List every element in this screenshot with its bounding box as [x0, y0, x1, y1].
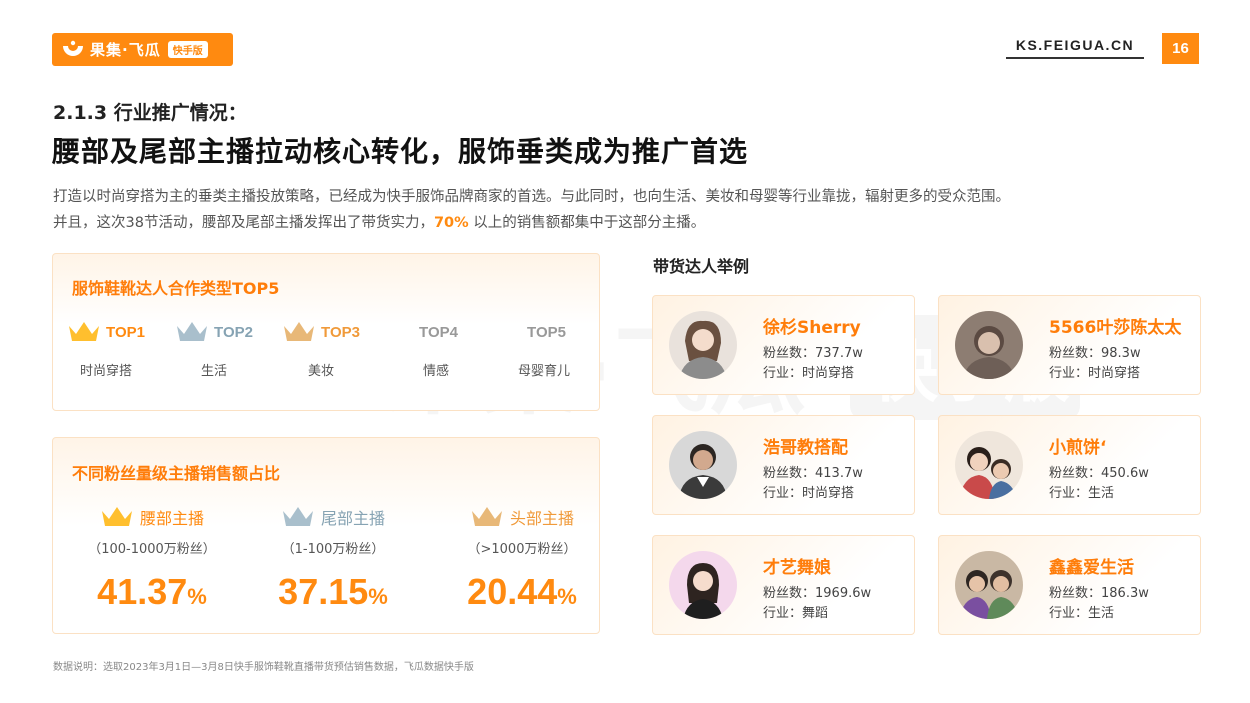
segment-range: （100-1000万粉丝）: [88, 542, 216, 557]
influencer-name: 徐杉Sherry: [763, 318, 861, 338]
page-number: 16: [1162, 33, 1199, 64]
follower-count: 粉丝数：737.7w: [763, 346, 863, 361]
top5-card: 服饰鞋靴达人合作类型TOP5 TOP1 时尚穿搭 TOP2 生活 TOP3 美妆…: [52, 253, 600, 411]
brand-logo: 果集·飞瓜 快手版: [52, 33, 233, 66]
sales-share-card-title: 不同粉丝量级主播销售额占比: [72, 464, 281, 483]
rank-item: TOP4 情感: [386, 318, 486, 388]
segment-item: 头部主播 （>1000万粉丝） 20.44%: [437, 502, 607, 613]
crown-icon: [282, 507, 313, 526]
influencer-name: 才艺舞娘: [763, 558, 831, 578]
segment-item: 腰部主播 （100-1000万粉丝） 41.37%: [67, 502, 237, 613]
influencer-card[interactable]: 浩哥教搭配 粉丝数：413.7w 行业：时尚穿搭: [652, 415, 915, 515]
crown-icon: [471, 507, 502, 526]
percentage-value: 20.44: [467, 571, 558, 612]
avatar: [669, 431, 737, 499]
examples-title: 带货达人举例: [653, 257, 750, 276]
description-line-2: 并且，这次38节活动，腰部及尾部主播发挥出了带货实力，70% 以上的销售额都集中…: [53, 210, 1203, 236]
influencer-card[interactable]: 徐杉Sherry 粉丝数：737.7w 行业：时尚穿搭: [652, 295, 915, 395]
percentage-value: 41.37: [97, 571, 188, 612]
segment-item: 尾部主播 （1-100万粉丝） 37.15%: [248, 502, 418, 613]
logo-edition-badge: 快手版: [167, 41, 208, 58]
percentage-unit: %: [187, 584, 207, 609]
segment-name: 腰部主播: [139, 509, 204, 528]
rank-category: 生活: [200, 364, 227, 379]
description: 打造以时尚穿搭为主的垂类主播投放策略，已经成为快手服饰品牌商家的首选。与此同时，…: [53, 184, 1203, 236]
influencer-card[interactable]: 5566叶莎陈太太 粉丝数：98.3w 行业：时尚穿搭: [938, 295, 1201, 395]
segment-percentage: 37.15%: [248, 571, 418, 613]
follower-count: 粉丝数：413.7w: [763, 466, 863, 481]
highlight-percentage: 70%: [433, 215, 469, 231]
rank-category: 美妆: [307, 364, 334, 379]
influencer-industry: 行业：舞蹈: [763, 606, 829, 621]
page-title: 腰部及尾部主播拉动核心转化，服饰垂类成为推广首选: [52, 135, 749, 168]
segment-name: 尾部主播: [320, 509, 385, 528]
rank-category: 时尚穿搭: [79, 364, 132, 379]
segment-percentage: 20.44%: [437, 571, 607, 613]
crown-icon: [284, 322, 315, 341]
follower-count: 粉丝数：186.3w: [1049, 586, 1149, 601]
rank-label: TOP3: [321, 323, 360, 341]
rank-category: 情感: [422, 364, 449, 379]
influencer-name: 浩哥教搭配: [763, 438, 848, 458]
influencer-industry: 行业：时尚穿搭: [1049, 366, 1141, 381]
percentage-unit: %: [557, 584, 577, 609]
avatar: [955, 311, 1023, 379]
rank-item: TOP2 生活: [164, 318, 264, 388]
rank-item: TOP5 母婴育儿: [494, 318, 594, 388]
rank-category: 母婴育儿: [517, 364, 570, 379]
influencer-card[interactable]: 小煎饼‘ 粉丝数：450.6w 行业：生活: [938, 415, 1201, 515]
segment-range: （>1000万粉丝）: [467, 542, 577, 557]
avatar: [669, 551, 737, 619]
rank-item: TOP1 时尚穿搭: [56, 318, 156, 388]
top5-card-title: 服饰鞋靴达人合作类型TOP5: [72, 279, 280, 298]
segment-percentage: 41.37%: [67, 571, 237, 613]
rank-label: TOP2: [214, 323, 253, 341]
influencer-card[interactable]: 鑫鑫爱生活 粉丝数：186.3w 行业：生活: [938, 535, 1201, 635]
follower-count: 粉丝数：1969.6w: [763, 586, 872, 601]
site-url[interactable]: KS.FEIGUA.CN: [1006, 37, 1144, 59]
influencer-industry: 行业：生活: [1049, 486, 1115, 501]
data-footnote: 数据说明：选取2023年3月1日—3月8日快手服饰鞋靴直播带货预估销售数据，飞瓜…: [53, 662, 474, 673]
influencer-name: 鑫鑫爱生活: [1049, 558, 1134, 578]
rank-label: TOP1: [106, 323, 145, 341]
influencer-industry: 行业：时尚穿搭: [763, 366, 855, 381]
percentage-unit: %: [368, 584, 388, 609]
segment-name: 头部主播: [509, 509, 574, 528]
rank-label: TOP5: [527, 323, 566, 341]
description-line-1: 打造以时尚穿搭为主的垂类主播投放策略，已经成为快手服饰品牌商家的首选。与此同时，…: [53, 189, 1010, 205]
percentage-value: 37.15: [278, 571, 369, 612]
logo-swoosh-icon: [60, 37, 86, 63]
influencer-name: 5566叶莎陈太太: [1049, 318, 1182, 338]
crown-icon: [177, 322, 208, 341]
influencer-card[interactable]: 才艺舞娘 粉丝数：1969.6w 行业：舞蹈: [652, 535, 915, 635]
influencer-industry: 行业：时尚穿搭: [763, 486, 855, 501]
description-text: 以上的销售额都集中于这部分主播。: [468, 215, 706, 231]
follower-count: 粉丝数：450.6w: [1049, 466, 1149, 481]
influencer-name: 小煎饼‘: [1049, 438, 1107, 458]
avatar: [669, 311, 737, 379]
sales-share-card: 不同粉丝量级主播销售额占比 腰部主播 （100-1000万粉丝） 41.37% …: [52, 437, 600, 634]
logo-brand-text: 果集·飞瓜: [90, 41, 161, 59]
segment-range: （1-100万粉丝）: [281, 542, 385, 557]
crown-icon: [69, 322, 100, 341]
section-label: 2.1.3 行业推广情况：: [53, 102, 247, 124]
crown-icon: [101, 507, 132, 526]
avatar: [955, 431, 1023, 499]
follower-count: 粉丝数：98.3w: [1049, 346, 1141, 361]
description-text: 并且，这次38节活动，腰部及尾部主播发挥出了带货实力，: [53, 215, 434, 231]
rank-item: TOP3 美妆: [271, 318, 371, 388]
rank-label: TOP4: [419, 323, 458, 341]
influencer-industry: 行业：生活: [1049, 606, 1115, 621]
avatar: [955, 551, 1023, 619]
